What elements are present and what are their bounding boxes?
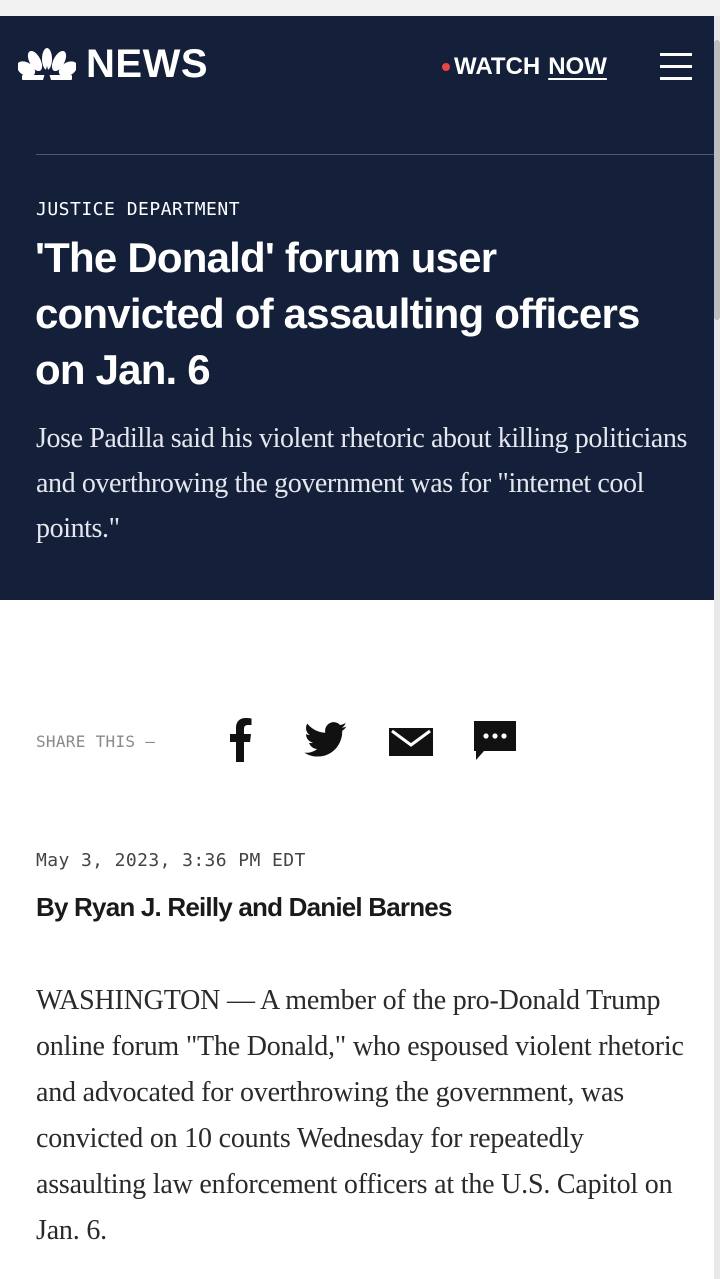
share-label: SHARE THIS — (36, 732, 156, 751)
comment-icon (474, 721, 516, 760)
email-share-button[interactable] (389, 728, 433, 756)
hamburger-menu-icon[interactable] (660, 53, 692, 81)
publish-date: May 3, 2023, 3:36 PM EDT (36, 850, 306, 871)
status-strip (0, 0, 720, 16)
facebook-icon (230, 718, 252, 762)
article-category[interactable]: JUSTICE DEPARTMENT (36, 201, 240, 219)
scrollbar-thumb[interactable] (714, 40, 720, 320)
email-icon (389, 728, 433, 756)
article-headline: 'The Donald' forum user convicted of ass… (35, 234, 640, 393)
peacock-icon (18, 48, 76, 80)
facebook-share-button[interactable] (230, 718, 252, 762)
now-label: NOW (548, 53, 607, 80)
bottom-edge (0, 1262, 714, 1279)
header-divider (36, 154, 714, 155)
nbc-news-logo[interactable]: NEWS (18, 44, 208, 84)
watch-now-link[interactable]: WATCH NOW (442, 55, 607, 79)
comment-share-button[interactable] (474, 721, 516, 761)
twitter-icon (304, 722, 347, 757)
page: NEWS WATCH NOW JUSTICE DEPARTMENT 'The D… (0, 0, 720, 1279)
article-dek: Jose Padilla said his violent rhetoric a… (36, 423, 687, 544)
article-body: WASHINGTON — A member of the pro-Donald … (36, 985, 684, 1246)
logo-text: NEWS (86, 42, 208, 86)
watch-label: WATCH (454, 53, 541, 80)
article-byline[interactable]: By Ryan J. Reilly and Daniel Barnes (36, 891, 452, 923)
twitter-share-button[interactable] (304, 722, 348, 758)
live-dot-icon (442, 63, 450, 71)
